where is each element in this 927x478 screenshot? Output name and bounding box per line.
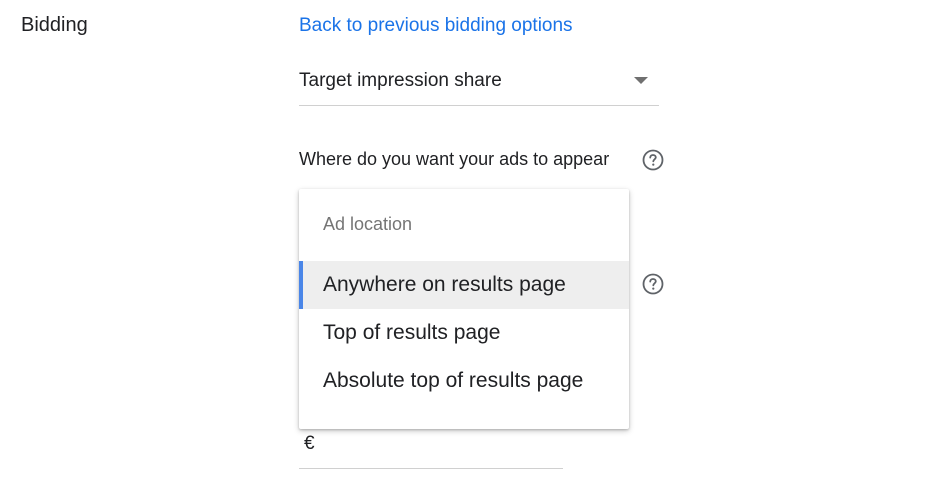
option-label: Absolute top of results page (323, 369, 584, 392)
help-icon[interactable] (642, 149, 664, 171)
bid-strategy-select[interactable]: Target impression share (299, 60, 659, 106)
selected-indicator-bar (299, 261, 303, 309)
option-label: Top of results page (323, 321, 501, 344)
ad-location-question: Where do you want your ads to appear (299, 149, 610, 169)
caret-down-icon (634, 77, 648, 84)
option-top-of-results-page[interactable]: Top of results page (299, 309, 629, 357)
max-bid-limit-input[interactable]: € (299, 425, 563, 469)
dropdown-header: Ad location (323, 214, 413, 234)
ad-location-dropdown-menu: Ad location Anywhere on results page Top… (299, 189, 629, 429)
option-label: Anywhere on results page (323, 273, 566, 296)
back-to-previous-bidding-options-link[interactable]: Back to previous bidding options (299, 15, 573, 37)
option-absolute-top-of-results-page[interactable]: Absolute top of results page (299, 357, 629, 405)
section-label-bidding: Bidding (21, 14, 88, 36)
currency-symbol: € (304, 433, 315, 454)
help-icon[interactable] (642, 273, 664, 295)
bid-strategy-value: Target impression share (299, 70, 502, 91)
option-anywhere-on-results-page[interactable]: Anywhere on results page (299, 261, 629, 309)
